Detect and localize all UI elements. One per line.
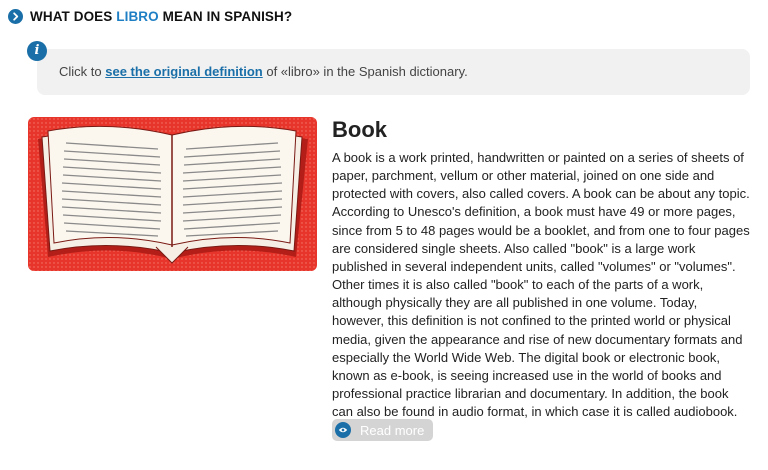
book-image: [28, 117, 317, 271]
read-more-label: Read more: [360, 422, 425, 438]
info-text-prefix: Click to: [59, 64, 102, 79]
chevron-right-icon[interactable]: [8, 9, 23, 24]
section-heading-row: WHAT DOES LIBRO MEAN IN SPANISH?: [8, 9, 292, 24]
entry-title: Book: [332, 117, 387, 142]
info-box: Click to see the original definition of …: [37, 49, 750, 95]
heading-keyword: LIBRO: [116, 9, 159, 24]
original-definition-link[interactable]: see the original definition: [105, 64, 262, 79]
eye-icon: [335, 422, 351, 438]
info-text: Click to see the original definition of …: [59, 64, 468, 79]
info-text-suffix: of «libro» in the Spanish dictionary.: [266, 64, 468, 79]
entry-description: A book is a work printed, handwritten or…: [332, 150, 750, 420]
section-heading: WHAT DOES LIBRO MEAN IN SPANISH?: [30, 9, 292, 24]
heading-prefix: WHAT DOES: [30, 9, 113, 24]
info-icon: i: [27, 41, 47, 61]
read-more-button[interactable]: Read more: [332, 419, 433, 441]
heading-suffix: MEAN IN SPANISH?: [162, 9, 293, 24]
